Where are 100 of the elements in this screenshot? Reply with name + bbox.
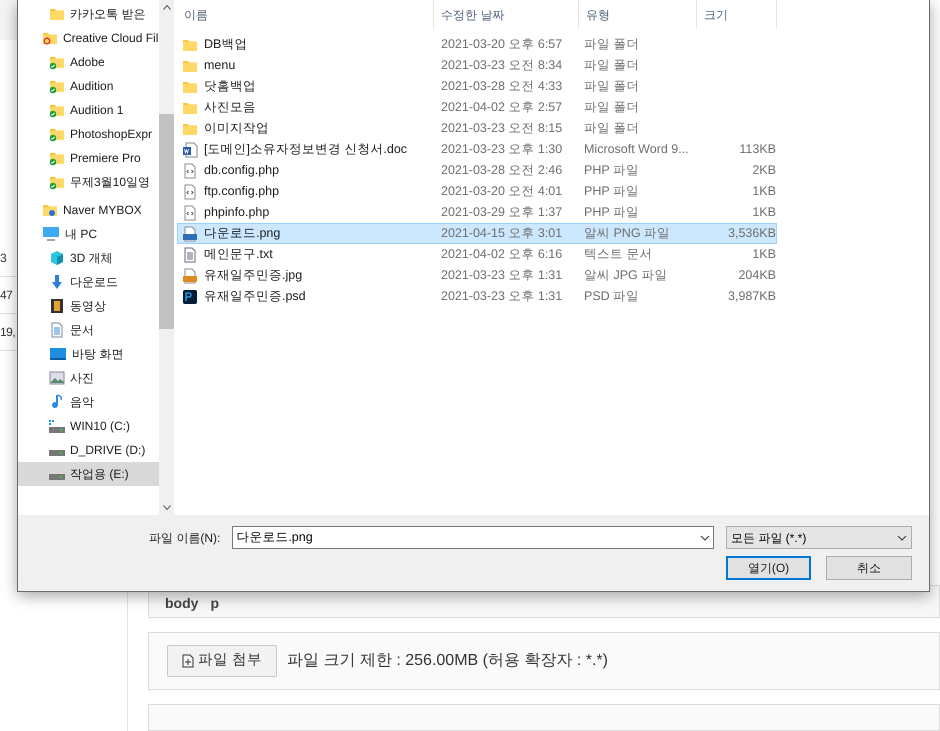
file-size: 1KB — [752, 183, 776, 200]
file-name: 유재일주민증.psd — [204, 288, 306, 306]
scroll-down-icon[interactable] — [162, 505, 170, 510]
file-type: 알씨 JPG 파일 — [583, 267, 668, 284]
file-row[interactable]: 메인문구.txt 2021-04-02 오후 6:16 텍스트 문서 1KB — [177, 244, 777, 265]
file-name-field[interactable]: 다운로드.png — [232, 526, 714, 549]
scrollbar-thumb[interactable] — [159, 114, 174, 329]
synced-folder-icon — [49, 78, 65, 94]
modified-date: 2021-03-23 오후 1:31 — [440, 267, 564, 284]
music-note-icon — [49, 394, 65, 410]
nav-item[interactable]: WIN10 (C:) — [18, 414, 159, 438]
scrollbar[interactable] — [159, 0, 174, 515]
file-type: 파일 폴더 — [583, 120, 640, 138]
code-file-icon — [182, 184, 198, 200]
nav-item[interactable]: 무제3월10일영 — [18, 170, 159, 194]
document-icon — [49, 322, 65, 338]
file-row[interactable]: 이미지작업 2021-03-23 오전 8:15 파일 폴더 — [177, 118, 777, 139]
nav-item[interactable]: Adobe — [18, 50, 159, 74]
file-name-input[interactable]: 다운로드.png — [236, 528, 700, 547]
drive-icon — [49, 420, 65, 432]
file-row[interactable]: 다운로드.png 2021-04-15 오후 3:01 알씨 PNG 파일 3,536KB — [177, 223, 777, 244]
file-row[interactable]: menu 2021-03-23 오전 8:34 파일 폴더 — [177, 55, 777, 76]
file-type: 파일 폴더 — [583, 57, 640, 74]
dropdown-caret-icon — [897, 534, 907, 540]
file-row[interactable]: 유재일주민증.psd 2021-03-23 오후 1:31 PSD 파일 3,987KB — [177, 286, 777, 307]
modified-date: 2021-04-02 오후 6:16 — [440, 246, 564, 264]
file-type-select[interactable]: 모든 파일 (*.*) — [726, 526, 912, 549]
modified-date: 2021-03-29 오후 1:37 — [440, 204, 564, 222]
modified-date: 2021-03-20 오전 4:01 — [440, 183, 564, 200]
file-name: 사진모음 — [204, 99, 256, 116]
file-type: PHP 파일 — [583, 204, 640, 222]
modified-date: 2021-03-23 오후 1:31 — [440, 288, 564, 306]
file-name: DB백업 — [204, 36, 248, 54]
file-type: 텍스트 문서 — [583, 246, 654, 264]
nav-item[interactable]: Creative Cloud Fil — [18, 26, 159, 50]
scroll-up-icon[interactable] — [162, 5, 170, 10]
open-button[interactable]: 열기(O) — [726, 556, 811, 580]
nav-item[interactable]: 음악 — [18, 390, 159, 414]
breadcrumb-item[interactable]: p — [210, 592, 220, 614]
modified-date: 2021-03-23 오전 8:34 — [440, 57, 564, 74]
code-file-icon — [182, 162, 198, 178]
nav-item[interactable]: PhotoshopExpr — [18, 122, 159, 146]
nav-item[interactable]: Audition 1 — [18, 98, 159, 122]
nav-item[interactable]: 3D 개체 — [18, 246, 159, 270]
column-header[interactable]: 수정한 날짜 — [434, 0, 579, 29]
file-row[interactable]: db.config.php 2021-03-28 오전 2:46 PHP 파일 2KB — [177, 160, 777, 181]
file-row[interactable]: ftp.config.php 2021-03-20 오전 4:01 PHP 파일 1KB — [177, 181, 777, 202]
file-row[interactable]: DB백업 2021-03-20 오후 6:57 파일 폴더 — [177, 34, 777, 55]
file-row[interactable]: [도메인]소유자정보변경 신청서.doc 2021-03-23 오후 1:30 Microsoft Word 9... 113KB — [177, 139, 777, 160]
file-type: 알씨 PNG 파일 — [583, 225, 672, 242]
nav-item[interactable]: 작업용 (E:) — [18, 462, 159, 486]
nav-item[interactable]: Premiere Pro — [18, 146, 159, 170]
film-icon — [49, 298, 65, 314]
file-name: menu — [204, 57, 236, 74]
nav-item[interactable]: Naver MYBOX — [18, 198, 159, 222]
code-file-icon — [182, 204, 198, 220]
jpg-image-icon — [182, 268, 198, 284]
column-header[interactable]: 이름 — [177, 0, 434, 29]
nav-item[interactable]: 다운로드 — [18, 270, 159, 294]
file-type: 파일 폴더 — [583, 36, 640, 54]
synced-folder-icon — [49, 126, 65, 142]
nav-item[interactable]: Audition — [18, 74, 159, 98]
dropdown-caret-icon[interactable] — [700, 534, 710, 540]
nav-item[interactable]: 문서 — [18, 318, 159, 342]
file-row[interactable]: 유재일주민증.jpg 2021-03-23 오후 1:31 알씨 JPG 파일 204KB — [177, 265, 777, 286]
nav-item[interactable]: D_DRIVE (D:) — [18, 438, 159, 462]
file-type: 파일 폴더 — [583, 78, 640, 96]
nav-item[interactable]: 카카오톡 받은 — [18, 2, 159, 26]
file-name: db.config.php — [204, 162, 280, 180]
file-row[interactable]: 닷홈백업 2021-03-28 오전 4:33 파일 폴더 — [177, 76, 777, 97]
attach-file-button[interactable]: 파일 첨부 — [167, 644, 278, 677]
file-name: [도메인]소유자정보변경 신청서.doc — [204, 141, 408, 158]
file-size: 1KB — [752, 246, 776, 264]
file-size-limit-text: 파일 크기 제한 : 256.00MB (허용 확장자 : *.*) — [287, 650, 608, 671]
word-document-icon — [182, 142, 198, 158]
file-size: 2KB — [752, 162, 776, 180]
desktop-icon — [49, 346, 67, 362]
table-cell-text: 19, — [0, 324, 16, 341]
nav-item[interactable]: 바탕 화면 — [18, 342, 159, 366]
file-type: 파일 폴더 — [583, 99, 640, 116]
modified-date: 2021-04-15 오후 3:01 — [440, 225, 564, 242]
synced-folder-icon — [49, 150, 65, 166]
file-type: PHP 파일 — [583, 162, 640, 180]
nav-item[interactable]: 동영상 — [18, 294, 159, 318]
column-header[interactable]: 크기 — [697, 0, 777, 29]
synced-folder-icon — [49, 102, 65, 118]
file-size: 3,536KB — [728, 225, 776, 242]
file-row[interactable]: 사진모음 2021-04-02 오후 2:57 파일 폴더 — [177, 97, 777, 118]
breadcrumb-item[interactable]: body — [165, 592, 198, 614]
file-row[interactable]: phpinfo.php 2021-03-29 오후 1:37 PHP 파일 1KB — [177, 202, 777, 223]
file-size: 3,987KB — [728, 288, 776, 306]
file-size: 1KB — [752, 204, 776, 222]
text-file-icon — [182, 246, 198, 262]
nav-item[interactable]: 내 PC — [18, 222, 159, 246]
file-name: 유재일주민증.jpg — [204, 267, 302, 284]
column-header[interactable]: 유형 — [579, 0, 697, 29]
file-size: 204KB — [738, 267, 776, 284]
file-name: 닷홈백업 — [204, 78, 256, 96]
nav-item[interactable]: 사진 — [18, 366, 159, 390]
cancel-button[interactable]: 취소 — [826, 556, 912, 580]
